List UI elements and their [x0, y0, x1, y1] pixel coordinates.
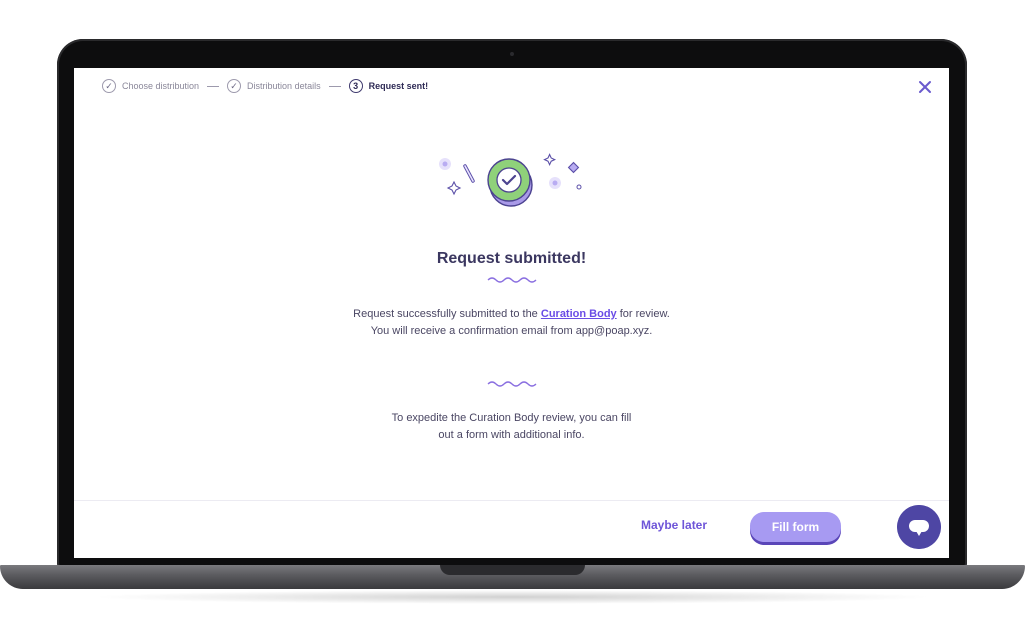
- laptop-mockup: ✓ Choose distribution ✓ Distribution det…: [0, 0, 1025, 624]
- step-separator: [207, 85, 220, 87]
- page-title: Request submitted!: [436, 250, 587, 267]
- close-icon[interactable]: [918, 80, 932, 94]
- laptop-shadow: [90, 590, 935, 604]
- laptop-notch: [440, 565, 585, 575]
- message-text: You will receive a confirmation email fr…: [370, 325, 653, 337]
- expedite-text: out a form with additional info.: [438, 429, 585, 441]
- step-label: Choose distribution: [122, 81, 200, 91]
- expedite-text: To expedite the Curation Body review, yo…: [391, 412, 632, 424]
- expedite-message: To expedite the Curation Body review, yo…: [74, 410, 949, 444]
- confirmation-message: Request successfully submitted to the Cu…: [74, 306, 949, 340]
- fill-form-button[interactable]: Fill form: [750, 512, 841, 542]
- message-text: for review.: [616, 308, 670, 320]
- step-distribution-details[interactable]: ✓ Distribution details: [227, 79, 321, 93]
- maybe-later-button[interactable]: Maybe later: [641, 518, 707, 532]
- wave-divider: [487, 381, 537, 387]
- curation-body-link[interactable]: Curation Body: [541, 308, 617, 320]
- chat-button[interactable]: [897, 505, 941, 549]
- stepper: ✓ Choose distribution ✓ Distribution det…: [102, 79, 428, 93]
- step-choose-distribution[interactable]: ✓ Choose distribution: [102, 79, 199, 93]
- wave-divider: [487, 277, 537, 283]
- app-screen: ✓ Choose distribution ✓ Distribution det…: [74, 68, 949, 558]
- message-text: Request successfully submitted to the: [353, 308, 541, 320]
- footer-divider: [74, 500, 949, 501]
- success-illustration: [439, 153, 582, 207]
- step-label: Request sent!: [368, 81, 429, 91]
- step-request-sent: 3 Request sent!: [348, 79, 429, 93]
- check-icon: ✓: [227, 79, 242, 93]
- step-number: 3: [348, 79, 363, 93]
- chat-icon: [909, 520, 929, 532]
- check-icon: ✓: [102, 79, 116, 93]
- camera: [510, 52, 514, 56]
- step-label: Distribution details: [247, 81, 321, 91]
- step-separator: [328, 85, 341, 87]
